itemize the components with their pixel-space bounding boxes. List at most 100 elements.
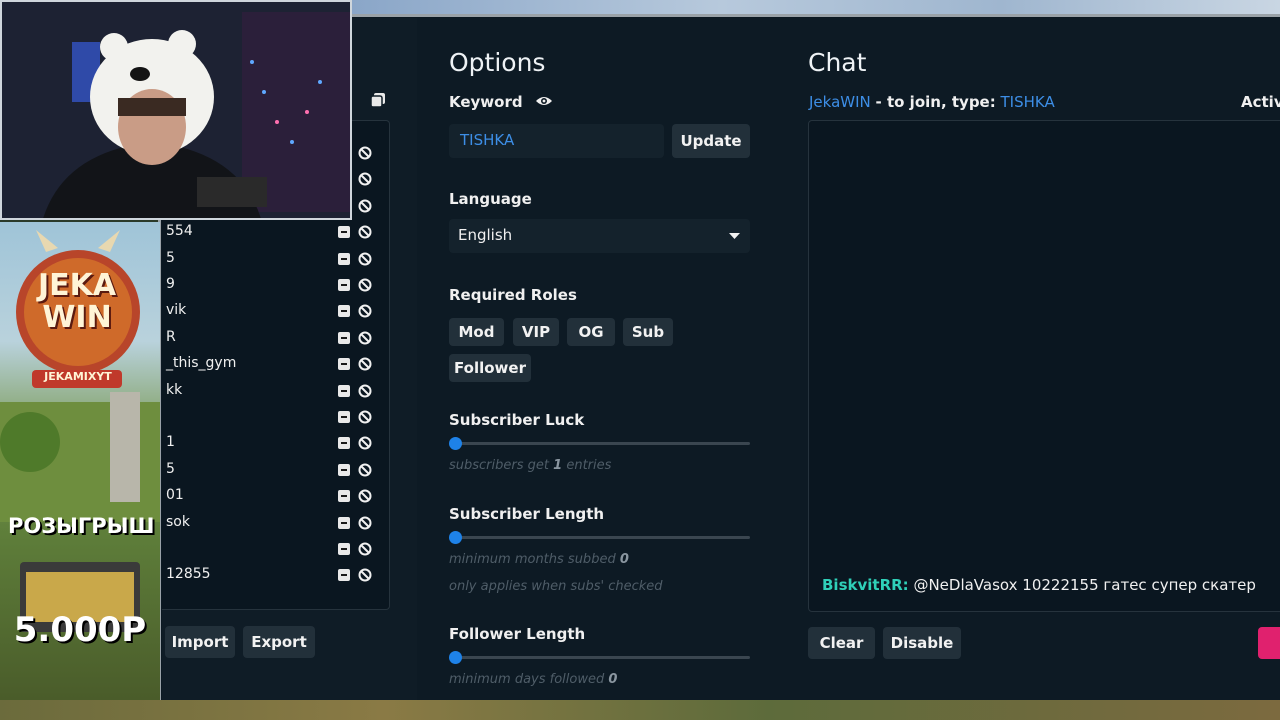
list-item-name: 554 bbox=[166, 223, 193, 240]
keyword-input[interactable]: TISHKA bbox=[449, 124, 664, 158]
list-item: kk bbox=[162, 379, 390, 405]
ban-icon[interactable] bbox=[358, 225, 372, 239]
remove-entry-icon[interactable] bbox=[338, 569, 350, 582]
start-button[interactable] bbox=[1258, 627, 1280, 659]
role-mod-toggle[interactable]: Mod bbox=[449, 318, 504, 346]
import-button[interactable]: Import bbox=[165, 626, 235, 658]
chat-messages[interactable]: BiskvitRR: @NeDlaVasox 10222155 гатес су… bbox=[808, 120, 1280, 612]
subscriber-luck-hint-prefix: subscribers get bbox=[449, 458, 549, 473]
subscriber-length-track[interactable] bbox=[455, 536, 750, 539]
ban-icon[interactable] bbox=[358, 516, 372, 530]
ban-icon[interactable] bbox=[358, 489, 372, 503]
ban-icon[interactable] bbox=[358, 436, 372, 450]
promo-amount: 5.000Р bbox=[13, 610, 147, 650]
ban-icon[interactable] bbox=[358, 410, 372, 424]
follower-length-value: 0 bbox=[608, 672, 618, 687]
role-sub-toggle[interactable]: Sub bbox=[623, 318, 673, 346]
remove-entry-icon[interactable] bbox=[338, 411, 350, 423]
list-item-name: 01 bbox=[166, 487, 184, 504]
required-roles-label: Required Roles bbox=[449, 286, 577, 304]
remove-entry-icon[interactable] bbox=[338, 279, 350, 291]
ban-icon[interactable] bbox=[358, 199, 372, 213]
ban-icon[interactable] bbox=[358, 542, 372, 556]
list-item: vik bbox=[162, 299, 390, 325]
list-item: 554 bbox=[162, 220, 390, 246]
update-button[interactable]: Update bbox=[672, 124, 750, 158]
subscriber-luck-hint-suffix: entries bbox=[566, 458, 612, 473]
keyword-label: Keyword bbox=[449, 93, 523, 111]
list-item-name: sok bbox=[166, 513, 190, 530]
list-item: 9 bbox=[162, 273, 390, 299]
remove-entry-icon[interactable] bbox=[338, 331, 350, 344]
list-item: 5 bbox=[162, 458, 390, 484]
remove-entry-icon[interactable] bbox=[338, 437, 350, 450]
chat-message: BiskvitRR: @NeDlaVasox 10222155 гатес су… bbox=[822, 576, 1256, 594]
subscriber-length-hint: minimum months subbed 0 bbox=[449, 552, 629, 567]
channel-name[interactable]: JekaWIN bbox=[809, 93, 871, 111]
remove-entry-icon[interactable] bbox=[338, 358, 350, 371]
subscriber-luck-label: Subscriber Luck bbox=[449, 411, 585, 429]
chat-message-text: @NeDlaVasox 10222155 гатес супер скатер bbox=[913, 576, 1256, 594]
role-vip-toggle[interactable]: VIP bbox=[513, 318, 559, 346]
chevron-down-icon bbox=[729, 233, 740, 239]
list-item: 12855 bbox=[162, 563, 390, 589]
ban-icon[interactable] bbox=[358, 357, 372, 371]
subscriber-luck-track[interactable] bbox=[455, 442, 750, 445]
ban-icon[interactable] bbox=[358, 146, 372, 160]
ban-icon[interactable] bbox=[358, 172, 372, 186]
ban-icon[interactable] bbox=[358, 278, 372, 292]
subscriber-length-label: Subscriber Length bbox=[449, 505, 605, 523]
promo-logo-text: JEKA WIN bbox=[37, 268, 117, 335]
list-item-name: vik bbox=[166, 302, 187, 319]
remove-entry-icon[interactable] bbox=[338, 543, 350, 555]
ban-icon[interactable] bbox=[358, 568, 372, 582]
ban-icon[interactable] bbox=[358, 331, 372, 345]
webcam-overlay bbox=[0, 0, 352, 220]
copy-icon[interactable] bbox=[370, 92, 386, 108]
remove-entry-icon[interactable] bbox=[338, 226, 350, 239]
follower-length-thumb[interactable] bbox=[449, 651, 462, 664]
list-item-name: 9 bbox=[166, 276, 175, 292]
follower-length-hint-prefix: minimum days followed bbox=[449, 672, 605, 687]
language-select[interactable]: English bbox=[449, 219, 750, 253]
list-item: 5 bbox=[162, 247, 390, 273]
subscriber-luck-hint: subscribers get 1 entries bbox=[449, 458, 611, 473]
subscriber-length-note: only applies when subs' checked bbox=[449, 579, 663, 594]
ban-icon[interactable] bbox=[358, 304, 372, 318]
remove-entry-icon[interactable] bbox=[338, 463, 350, 476]
role-og-toggle[interactable]: OG bbox=[567, 318, 615, 346]
remove-entry-icon[interactable] bbox=[338, 252, 350, 265]
list-item: sok bbox=[162, 511, 390, 537]
list-item: R bbox=[162, 326, 390, 352]
follower-length-label: Follower Length bbox=[449, 625, 586, 643]
ban-icon[interactable] bbox=[358, 463, 372, 477]
language-value: English bbox=[458, 226, 513, 244]
remove-entry-icon[interactable] bbox=[338, 516, 350, 529]
subscriber-luck-value: 1 bbox=[553, 458, 563, 473]
eye-icon[interactable] bbox=[535, 94, 553, 108]
subscriber-length-thumb[interactable] bbox=[449, 531, 462, 544]
active-status: Activ bbox=[1241, 93, 1280, 111]
follower-length-hint: minimum days followed 0 bbox=[449, 672, 617, 687]
disable-button[interactable]: Disable bbox=[883, 627, 961, 659]
join-text: - to join, type: bbox=[875, 93, 996, 111]
remove-entry-icon[interactable] bbox=[338, 384, 350, 397]
subscriber-length-value: 0 bbox=[619, 552, 629, 567]
role-follower-toggle[interactable]: Follower bbox=[449, 354, 531, 382]
remove-entry-icon[interactable] bbox=[338, 490, 350, 503]
keyword-value: TISHKA bbox=[460, 131, 515, 149]
streamer-webcam-image bbox=[2, 2, 350, 218]
list-item: 01 bbox=[162, 484, 390, 510]
export-button[interactable]: Export bbox=[243, 626, 315, 658]
background-scenery-bottom bbox=[0, 700, 1280, 720]
subscriber-luck-thumb[interactable] bbox=[449, 437, 462, 450]
ban-icon[interactable] bbox=[358, 384, 372, 398]
follower-length-track[interactable] bbox=[455, 656, 750, 659]
list-item-name: _this_gym bbox=[166, 355, 237, 372]
promo-giveaway-text: РОЗЫГРЫШ bbox=[8, 514, 155, 538]
ban-icon[interactable] bbox=[358, 252, 372, 266]
list-item-name: 5 bbox=[166, 460, 175, 477]
remove-entry-icon[interactable] bbox=[338, 305, 350, 318]
clear-button[interactable]: Clear bbox=[808, 627, 875, 659]
chat-message-user: BiskvitRR: bbox=[822, 576, 909, 594]
